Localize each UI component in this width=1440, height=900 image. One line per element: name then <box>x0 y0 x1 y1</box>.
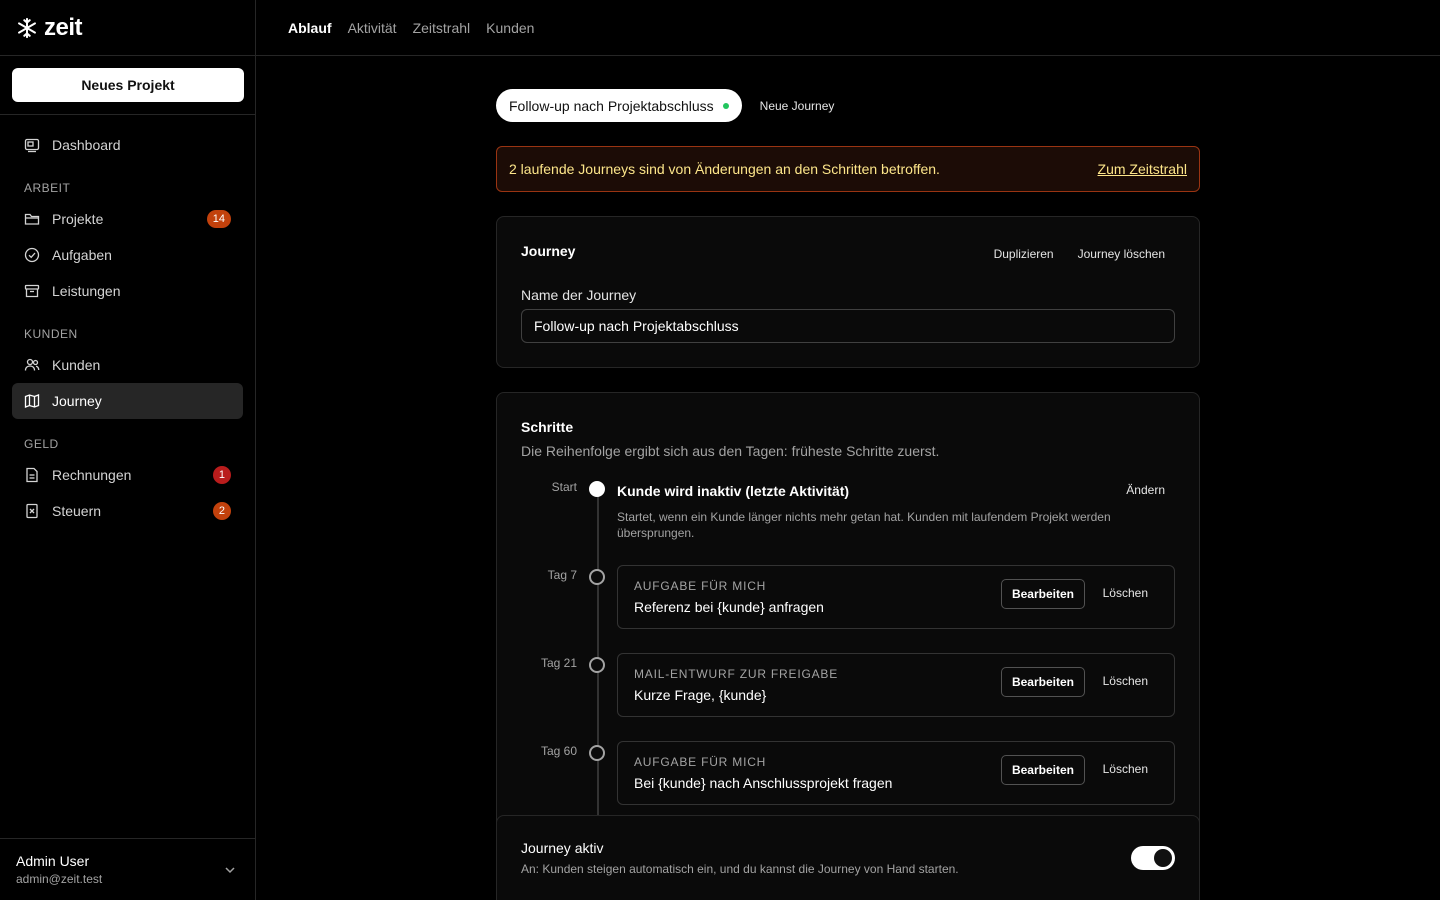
journey-name-label: Name der Journey <box>521 287 637 303</box>
step-kind: AUFGABE FÜR MICH <box>634 579 767 593</box>
step-name: Bei {kunde} nach Anschlussprojekt fragen <box>634 775 893 791</box>
journey-active-toggle[interactable] <box>1131 846 1175 870</box>
new-project-section: Neues Projekt <box>0 56 255 115</box>
sidebar-item-label: Kunden <box>52 357 101 373</box>
tab-zeitstrahl[interactable]: Zeitstrahl <box>413 20 471 36</box>
timeline-line <box>597 489 599 819</box>
dashboard-icon <box>24 137 40 153</box>
sidebar-item-journey[interactable]: Journey <box>12 383 243 419</box>
sidebar-item-tasks[interactable]: Aufgaben <box>12 237 243 273</box>
step-day: Tag 60 <box>540 744 577 758</box>
section-label-work: ARBEIT <box>24 181 71 195</box>
journey-name-input[interactable] <box>521 309 1175 343</box>
start-label: Start <box>551 480 577 494</box>
step-item: AUFGABE FÜR MICH Bei {kunde} nach Anschl… <box>617 741 1175 805</box>
user-email: admin@zeit.test <box>16 872 103 886</box>
steps-title: Schritte <box>521 419 574 435</box>
sidebar-item-dashboard[interactable]: Dashboard <box>12 127 243 163</box>
edit-step-button[interactable]: Bearbeiten <box>1000 579 1085 609</box>
tax-document-icon <box>24 503 40 519</box>
top-nav: Ablauf Aktivität Zeitstrahl Kunden <box>256 0 1440 56</box>
main-area: Ablauf Aktivität Zeitstrahl Kunden Follo… <box>256 0 1440 900</box>
sidebar-item-invoices[interactable]: Rechnungen 1 <box>12 457 243 493</box>
sidebar-item-customers[interactable]: Kunden <box>12 347 243 383</box>
journey-settings-card: Journey Duplizieren Journey löschen Name… <box>496 216 1200 368</box>
chevron-down-icon <box>225 867 235 874</box>
check-circle-icon <box>24 247 40 263</box>
warning-alert: 2 laufende Journeys sind von Änderungen … <box>496 146 1200 192</box>
sidebar-item-label: Aufgaben <box>52 247 112 263</box>
step-node <box>589 657 605 673</box>
delete-step-button[interactable]: Löschen <box>1103 674 1148 688</box>
active-status-dot <box>722 102 729 109</box>
sidebar-item-label: Journey <box>52 393 102 409</box>
toggle-knob <box>1154 849 1172 867</box>
section-label-customers: KUNDEN <box>24 327 78 341</box>
start-trigger-title: Kunde wird inaktiv (letzte Aktivität) <box>617 483 850 499</box>
journey-active-description: An: Kunden steigen automatisch ein, und … <box>521 862 959 876</box>
journey-active-card: Journey aktiv An: Kunden steigen automat… <box>496 815 1200 900</box>
alert-text: 2 laufende Journeys sind von Änderungen … <box>509 161 940 177</box>
step-item: MAIL-ENTWURF ZUR FREIGABE Kurze Frage, {… <box>617 653 1175 717</box>
journey-tabs: Follow-up nach Projektabschluss Neue Jou… <box>496 89 1200 122</box>
step-item: AUFGABE FÜR MICH Referenz bei {kunde} an… <box>617 565 1175 629</box>
sidebar-item-label: Leistungen <box>52 283 121 299</box>
section-label-money: GELD <box>24 437 59 451</box>
users-icon <box>24 357 40 373</box>
tab-aktivitaet[interactable]: Aktivität <box>348 20 397 36</box>
invoice-icon <box>24 467 40 483</box>
change-trigger-button[interactable]: Ändern <box>1126 483 1165 497</box>
sidebar-item-services[interactable]: Leistungen <box>12 273 243 309</box>
steps-card: Schritte Die Reihenfolge ergibt sich aus… <box>496 392 1200 832</box>
journey-tab-label: Follow-up nach Projektabschluss <box>509 97 714 114</box>
sidebar: zeit Neues Projekt Dashboard ARBEIT Proj… <box>0 0 256 900</box>
sidebar-item-label: Rechnungen <box>52 467 132 483</box>
sidebar-item-label: Steuern <box>52 503 102 519</box>
folder-icon <box>24 211 40 227</box>
sidebar-nav: Dashboard ARBEIT Projekte 14 Aufgaben Le… <box>0 115 255 529</box>
delete-journey-button[interactable]: Journey löschen <box>1078 247 1165 261</box>
taxes-count-badge: 2 <box>212 502 231 520</box>
new-journey-button[interactable]: Neue Journey <box>760 99 835 113</box>
snowflake-icon <box>18 17 36 38</box>
delete-step-button[interactable]: Löschen <box>1103 762 1148 776</box>
step-kind: MAIL-ENTWURF ZUR FREIGABE <box>634 667 839 681</box>
start-node <box>589 481 605 497</box>
card-title: Journey <box>521 243 576 259</box>
user-name: Admin User <box>16 853 90 869</box>
app-root: zeit Neues Projekt Dashboard ARBEIT Proj… <box>0 0 1440 900</box>
step-name: Kurze Frage, {kunde} <box>634 687 767 703</box>
step-name: Referenz bei {kunde} anfragen <box>634 599 824 615</box>
logo[interactable]: zeit <box>0 0 255 56</box>
step-day: Tag 7 <box>547 568 577 582</box>
tab-ablauf[interactable]: Ablauf <box>288 20 332 36</box>
journey-tab-active[interactable]: Follow-up nach Projektabschluss <box>496 89 742 122</box>
projects-count-badge: 14 <box>206 210 231 228</box>
step-node <box>589 569 605 585</box>
step-day: Tag 21 <box>540 656 577 670</box>
tab-kunden[interactable]: Kunden <box>486 20 534 36</box>
edit-step-button[interactable]: Bearbeiten <box>1000 667 1085 697</box>
sidebar-item-taxes[interactable]: Steuern 2 <box>12 493 243 529</box>
user-menu[interactable]: Admin User admin@zeit.test <box>0 838 255 900</box>
start-trigger-description: Startet, wenn ein Kunde länger nichts me… <box>617 510 1111 540</box>
step-kind: AUFGABE FÜR MICH <box>634 755 767 769</box>
card-actions: Duplizieren Journey löschen <box>994 247 1165 261</box>
step-node <box>589 745 605 761</box>
journey-content: Follow-up nach Projektabschluss Neue Jou… <box>496 89 1200 900</box>
timeline-link[interactable]: Zum Zeitstrahl <box>1098 161 1187 177</box>
sidebar-item-projects[interactable]: Projekte 14 <box>12 201 243 237</box>
logo-text: zeit <box>44 13 83 41</box>
sidebar-item-label: Projekte <box>52 211 104 227</box>
map-icon <box>24 393 40 409</box>
duplicate-button[interactable]: Duplizieren <box>994 247 1054 261</box>
sidebar-item-label: Dashboard <box>52 137 121 153</box>
steps-subtitle: Die Reihenfolge ergibt sich aus den Tage… <box>521 443 940 459</box>
journey-active-title: Journey aktiv <box>521 840 604 856</box>
archive-icon <box>24 283 40 299</box>
delete-step-button[interactable]: Löschen <box>1103 586 1148 600</box>
new-project-button[interactable]: Neues Projekt <box>12 68 244 102</box>
edit-step-button[interactable]: Bearbeiten <box>1000 755 1085 785</box>
invoices-count-badge: 1 <box>212 466 231 484</box>
